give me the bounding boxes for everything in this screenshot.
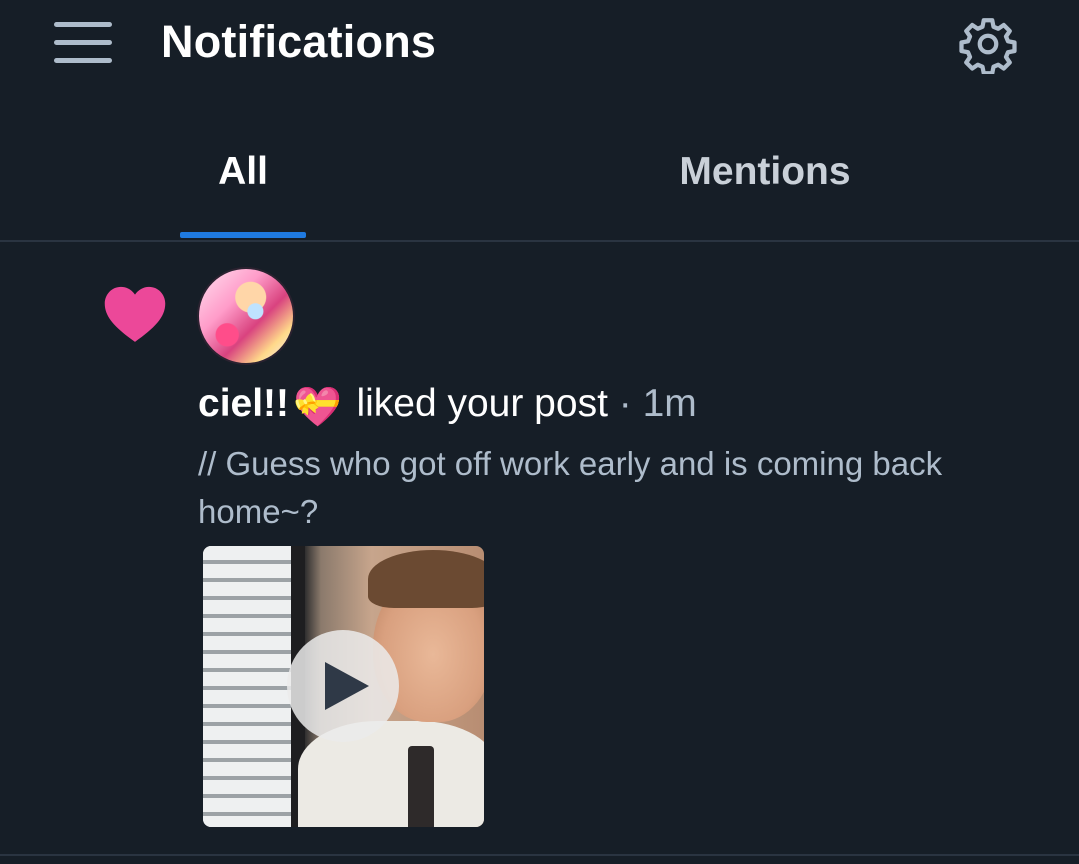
gear-icon[interactable] — [958, 14, 1018, 74]
list-divider — [0, 854, 1079, 856]
username-link[interactable]: ciel!! — [198, 382, 289, 425]
app-header: Notifications — [0, 0, 1079, 88]
menu-line — [54, 22, 112, 27]
tab-bar: All Mentions — [0, 130, 1079, 242]
selected-tab-indicator — [180, 232, 306, 238]
post-preview-text[interactable]: // Guess who got off work early and is c… — [198, 440, 1028, 536]
heart-gift-emoji: 💝 — [293, 386, 342, 429]
separator-dot: · — [618, 382, 632, 425]
video-thumbnail[interactable] — [203, 546, 484, 827]
play-icon — [325, 662, 369, 710]
page-title: Notifications — [161, 16, 437, 67]
menu-line — [54, 40, 112, 45]
menu-line — [54, 58, 112, 63]
play-button[interactable] — [287, 630, 399, 742]
tab-all[interactable]: All — [180, 150, 306, 194]
notification-item[interactable]: ciel!! 💝 liked your post · 1m // Guess wh… — [0, 242, 1079, 854]
heart-icon — [104, 286, 166, 342]
video-frame-hair — [368, 550, 484, 608]
video-frame-blinds — [203, 546, 298, 827]
video-frame-tie — [408, 746, 434, 827]
hamburger-menu-icon[interactable] — [54, 22, 112, 64]
avatar[interactable] — [197, 267, 295, 365]
timestamp: 1m — [642, 382, 697, 425]
notification-headline: ciel!! 💝 liked your post · 1m — [198, 382, 697, 430]
notification-action: liked your post — [356, 382, 608, 425]
tab-mentions[interactable]: Mentions — [640, 150, 890, 194]
